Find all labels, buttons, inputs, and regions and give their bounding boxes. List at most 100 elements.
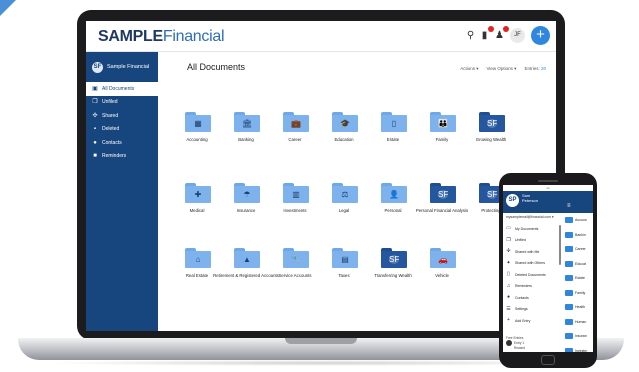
phone-entry[interactable]: Free Entries Entry 1 Reward xyxy=(506,336,525,350)
phone-menu-contacts[interactable]: ● Contacts xyxy=(503,292,561,304)
sidebar-item-label: Shared xyxy=(102,112,119,119)
phone-email[interactable]: mysamplemail@financial.com ▾ xyxy=(506,215,554,219)
folder-icon: SF xyxy=(381,248,407,268)
phone-folder-label: Human xyxy=(575,319,587,324)
box-icon: ▤ xyxy=(341,255,349,264)
add-button[interactable]: + xyxy=(531,26,550,45)
folder-investments[interactable]: ▥ Investments xyxy=(270,183,320,229)
phone-menu-reminders[interactable]: ♫ Reminders xyxy=(503,281,561,293)
hamburger-icon[interactable]: ≡ xyxy=(567,203,571,209)
phone-scrollbar[interactable] xyxy=(559,225,561,265)
person-icon: 👤 xyxy=(389,190,399,199)
phone-menu-shared-with-others[interactable]: ✦ Shared with Others xyxy=(503,258,561,270)
entries-selector[interactable]: Entries: 20 xyxy=(524,66,546,72)
sidebar-item-contacts[interactable]: ● Contacts xyxy=(86,136,158,150)
entries-label: Entries: xyxy=(524,66,540,71)
brand-icon: SF xyxy=(92,61,103,73)
notification-icon[interactable]: ▮ xyxy=(479,26,494,41)
phone-menu-deleted-documents[interactable]: ▯ Deleted Documents xyxy=(503,269,561,281)
folder-accounting[interactable]: ▦ Accounting xyxy=(172,112,222,158)
folder-transferring-wealth[interactable]: SF Transferring Wealth xyxy=(368,248,418,294)
folder-insurance[interactable]: ☂ Insurance xyxy=(221,183,271,229)
phone-folder-item[interactable]: Accoun xyxy=(563,213,593,228)
trash-icon: ▪ xyxy=(93,126,97,133)
shared-icon: ✣ xyxy=(506,248,511,255)
folder-education[interactable]: 🎓 Education xyxy=(319,112,369,158)
folder-estate[interactable]: ▯ Estate xyxy=(368,112,418,158)
phone-folder-label: Insuran xyxy=(575,334,587,339)
sidebar-item-deleted[interactable]: ▪ Deleted xyxy=(86,123,158,137)
view-options-dropdown[interactable]: View Options ▾ xyxy=(487,66,517,72)
folder-label: Growing Wealth xyxy=(475,137,507,142)
phone-folder-item[interactable]: Career xyxy=(563,242,593,257)
bell-icon: ♫ xyxy=(506,282,511,289)
folder-banking[interactable]: 🏛 Banking xyxy=(221,112,271,158)
briefcase-icon: 💼 xyxy=(291,119,301,128)
folder-service-accounts[interactable]: 🔧 Service Accounts xyxy=(270,248,320,294)
phone-folder-item[interactable]: Health xyxy=(563,300,593,315)
sidebar-item-unfiled[interactable]: ❐ Unfiled xyxy=(86,96,158,110)
phone-folder-item[interactable]: Insuran xyxy=(563,329,593,344)
app-logo[interactable]: SAMPLEFinancial xyxy=(98,28,225,46)
phone-folder-item[interactable]: Educat xyxy=(563,257,593,272)
folder-vehicle[interactable]: 🚗 Vehicle xyxy=(417,248,467,294)
sidebar-item-label: Reminders xyxy=(102,153,127,160)
sidebar: SF Sample Financial ▣ All Documents ❐ Unfil… xyxy=(86,52,158,331)
phone-folder-item[interactable]: Human xyxy=(563,315,593,330)
phone-menu-settings[interactable]: ☰ Settings xyxy=(503,304,561,316)
sf-logo-icon: SF xyxy=(438,190,449,199)
entry-sub: Reward xyxy=(514,346,525,350)
alert-icon[interactable]: ♟ xyxy=(494,26,509,41)
sidebar-item-all-documents[interactable]: ▣ All Documents xyxy=(86,82,158,96)
phone-folder-item[interactable]: Bankin xyxy=(563,228,593,243)
phone-screen: ▪▪▪ SP Sam Peterson ≡ mysamplemail@financ… xyxy=(503,185,593,352)
folder-family[interactable]: 👪 Family xyxy=(417,112,467,158)
actions-dropdown[interactable]: Actions ▾ xyxy=(460,66,478,72)
folder-icon: ▯ xyxy=(381,112,407,132)
entry-label: Entry 1 xyxy=(514,340,525,345)
folder-icon: ▦ xyxy=(185,112,211,132)
phone-folder-item[interactable]: Estate xyxy=(563,271,593,286)
folder-legal[interactable]: ⚖ Legal xyxy=(319,183,369,229)
phone-folder-item[interactable]: Investm xyxy=(563,344,593,352)
laptop-screen: SAMPLEFinancial ⚲ ▮ ♟ JF + SF Sample Fin… xyxy=(86,21,556,331)
phone-menu: ▭ My Documents ❐ Unfiled ✣ Shared with Me ✦ Sha… xyxy=(503,223,561,327)
sidebar-item-reminders[interactable]: ■ Reminders xyxy=(86,150,158,164)
sf-logo-icon: SF xyxy=(389,255,400,264)
folder-personal-financial-analysis[interactable]: SF Personal Financial Analysis xyxy=(416,183,468,229)
medical-icon: ✚ xyxy=(194,190,202,199)
phone-folder-label: Educat xyxy=(575,261,586,266)
phone-menu-label: Unfiled xyxy=(515,238,526,243)
folder-icon: ☂ xyxy=(234,183,260,203)
folder-personal[interactable]: 👤 Personal xyxy=(368,183,418,229)
folder-retirement-registered-accounts[interactable]: ▲ Retirement & Registered Accounts xyxy=(213,248,279,294)
sidebar-item-label: Unfiled xyxy=(102,99,118,106)
contacts-icon: ● xyxy=(93,139,97,146)
phone-menu-label: Reminders xyxy=(515,284,532,289)
phone-menu-add-entry[interactable]: + Add Entry xyxy=(503,315,561,327)
phone-folder-item[interactable]: Family xyxy=(563,286,593,301)
phone-menu-shared-with-me[interactable]: ✣ Shared with Me xyxy=(503,246,561,258)
folder-career[interactable]: 💼 Career xyxy=(270,112,320,158)
user-avatar[interactable]: JF xyxy=(510,28,525,43)
settings-icon: ☰ xyxy=(506,305,511,312)
sidebar-item-shared[interactable]: ✣ Shared xyxy=(86,109,158,123)
documents-icon: ▭ xyxy=(506,225,511,232)
phone-menu-my-documents[interactable]: ▭ My Documents xyxy=(503,223,561,235)
phone-menu-unfiled[interactable]: ❐ Unfiled xyxy=(503,235,561,247)
search-icon[interactable]: ⚲ xyxy=(465,30,476,41)
phone-home-button[interactable] xyxy=(541,355,555,365)
phone-menu-label: Add Entry xyxy=(515,318,531,323)
sidebar-brand[interactable]: SF Sample Financial xyxy=(92,60,156,74)
folder-medical[interactable]: ✚ Medical xyxy=(172,183,222,229)
chart-icon: ▥ xyxy=(292,190,300,199)
folder-icon xyxy=(565,289,573,296)
folder-real-estate[interactable]: ⌂ Real Estate xyxy=(172,248,222,294)
folder-icon: 🎓 xyxy=(332,112,358,132)
phone-menu-label: Shared with Others xyxy=(515,261,545,266)
folder-icon xyxy=(565,217,573,224)
folder-growing-wealth[interactable]: SF Growing Wealth xyxy=(466,112,516,158)
folder-label: Vehicle xyxy=(435,273,449,278)
phone-avatar[interactable]: SP xyxy=(506,194,519,207)
folder-taxes[interactable]: ▤ Taxes xyxy=(319,248,369,294)
